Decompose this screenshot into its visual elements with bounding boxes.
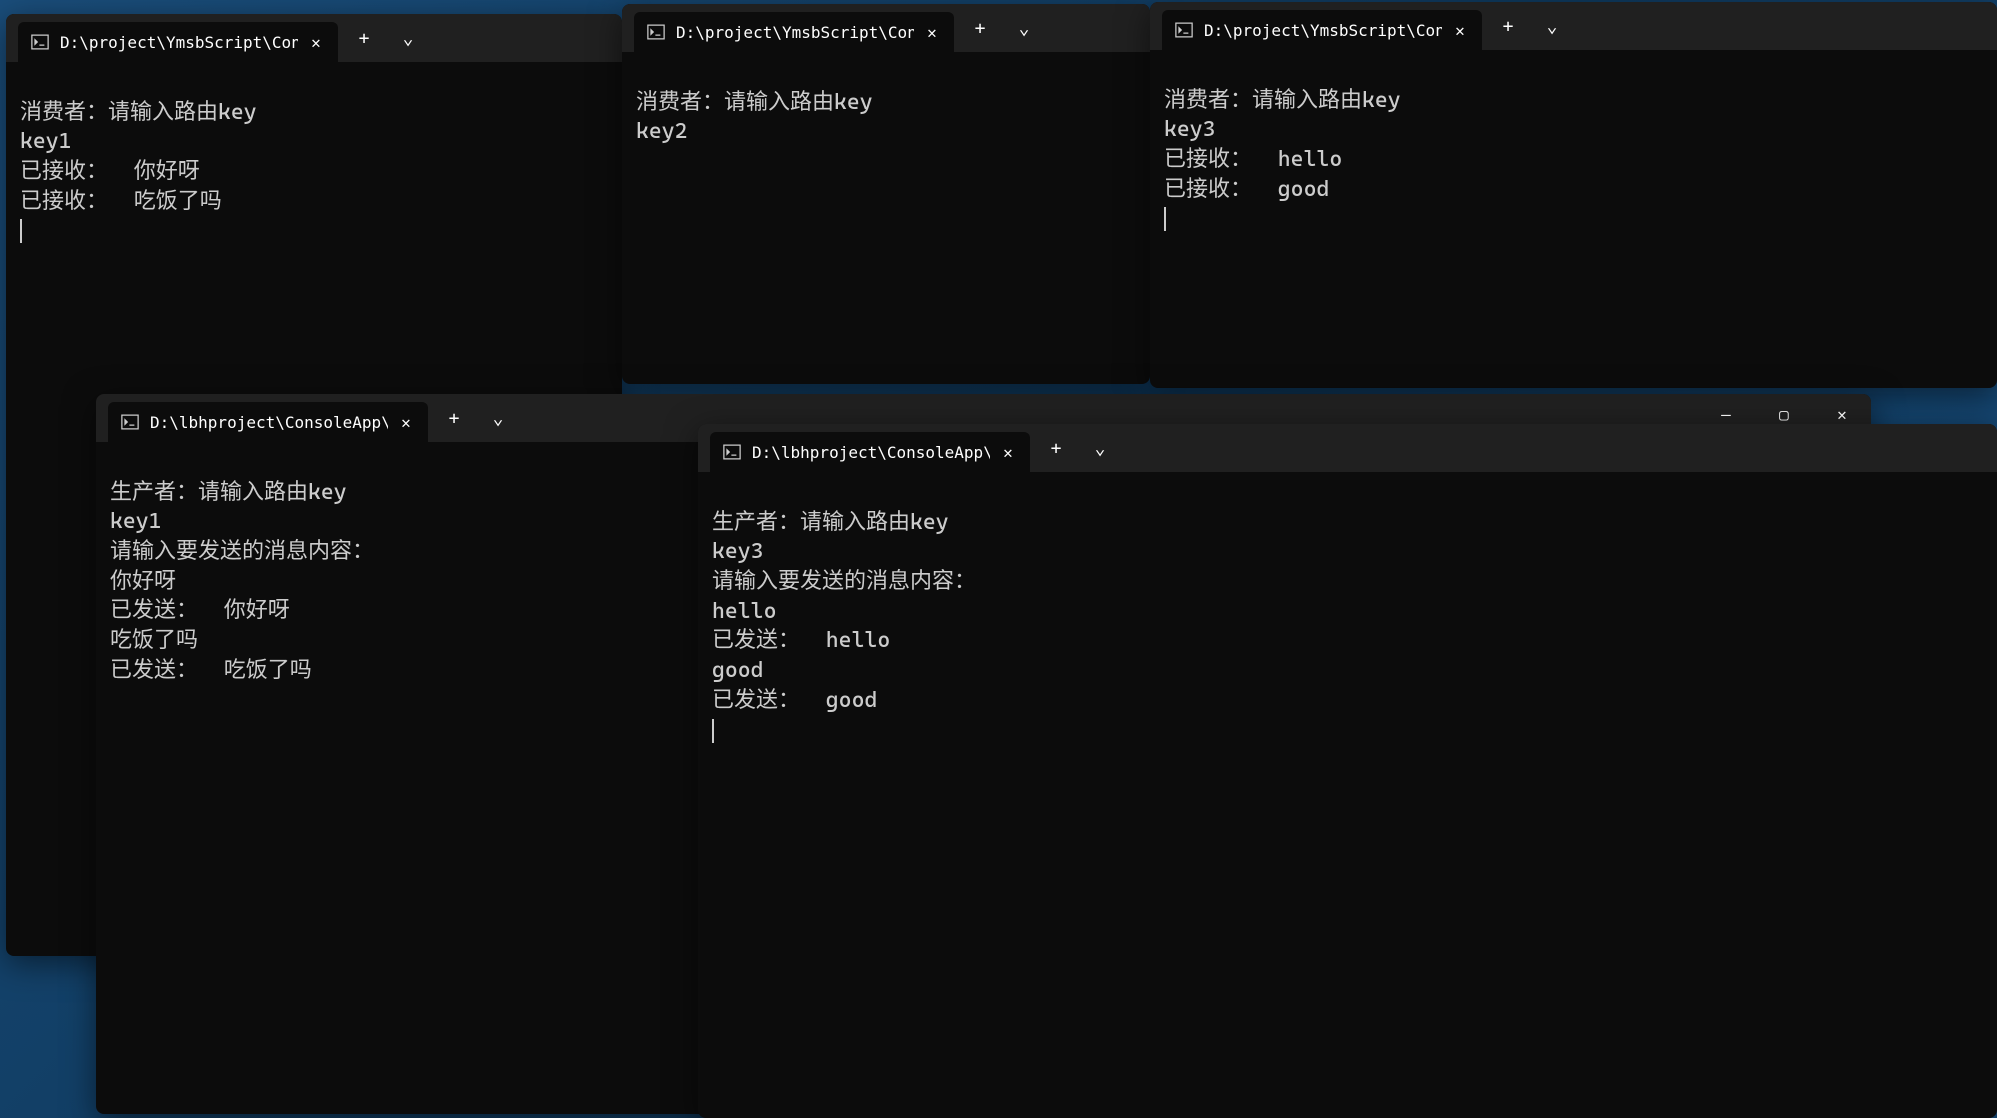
new-tab-button[interactable]: + xyxy=(958,8,1002,48)
tab-dropdown-button[interactable]: ⌄ xyxy=(1002,8,1046,48)
output-line: 请输入要发送的消息内容： xyxy=(110,539,374,564)
output-line: 已发送： 吃饭了吗 xyxy=(110,658,312,683)
tab-title: D:\lbhproject\ConsoleApp\Cc xyxy=(150,413,388,432)
tab-active[interactable]: D:\project\YmsbScript\Conso ✕ xyxy=(18,22,338,62)
output-line: 吃饭了吗 xyxy=(110,628,198,653)
new-tab-button[interactable]: + xyxy=(1034,428,1078,468)
output-line: hello xyxy=(712,599,776,624)
close-tab-icon[interactable]: ✕ xyxy=(306,32,326,52)
tab-dropdown-button[interactable]: ⌄ xyxy=(1530,6,1574,46)
output-line: key3 xyxy=(712,539,764,564)
terminal-icon xyxy=(646,22,666,42)
terminal-output[interactable]: 消费者：请输入路由key key2 xyxy=(622,52,1150,384)
output-line: 已接收： hello xyxy=(1164,147,1342,172)
output-line: 已接收： 你好呀 xyxy=(20,159,200,184)
titlebar-actions: + ⌄ xyxy=(1030,424,1126,472)
titlebar-actions: + ⌄ xyxy=(338,14,434,62)
output-line: key2 xyxy=(636,119,688,144)
terminal-icon xyxy=(120,412,140,432)
terminal-icon xyxy=(722,442,742,462)
terminal-window-consumer-key3: D:\project\YmsbScript\Conso ✕ + ⌄ 消费者：请输… xyxy=(1150,2,1997,388)
terminal-output[interactable]: 生产者：请输入路由key key3 请输入要发送的消息内容： hello 已发送… xyxy=(698,472,1997,1118)
tab-active[interactable]: D:\lbhproject\ConsoleApp\Cc ✕ xyxy=(108,402,428,442)
output-line: 已接收： good xyxy=(1164,177,1329,202)
terminal-window-consumer-key2: D:\project\YmsbScript\Conso ✕ + ⌄ 消费者：请输… xyxy=(622,4,1150,384)
output-line: 你好呀 xyxy=(110,569,176,594)
new-tab-button[interactable]: + xyxy=(432,398,476,438)
titlebar-actions: + ⌄ xyxy=(428,394,524,442)
tab-dropdown-button[interactable]: ⌄ xyxy=(386,18,430,58)
terminal-window-producer-key3: D:\lbhproject\ConsoleApp\Cc ✕ + ⌄ 生产者：请输… xyxy=(698,424,1997,1118)
output-line: 已发送： hello xyxy=(712,628,890,653)
output-line: 已接收： 吃饭了吗 xyxy=(20,189,222,214)
cursor xyxy=(1164,206,1166,231)
output-line: 消费者：请输入路由key xyxy=(20,100,257,125)
titlebar[interactable]: D:\lbhproject\ConsoleApp\Cc ✕ + ⌄ xyxy=(698,424,1997,472)
tab-dropdown-button[interactable]: ⌄ xyxy=(1078,428,1122,468)
titlebar[interactable]: D:\project\YmsbScript\Conso ✕ + ⌄ xyxy=(6,14,622,62)
cursor xyxy=(712,718,714,743)
tab-active[interactable]: D:\project\YmsbScript\Conso ✕ xyxy=(1162,10,1482,50)
titlebar[interactable]: D:\project\YmsbScript\Conso ✕ + ⌄ xyxy=(1150,2,1997,50)
terminal-icon xyxy=(1174,20,1194,40)
output-line: key3 xyxy=(1164,117,1216,142)
close-tab-icon[interactable]: ✕ xyxy=(922,22,942,42)
terminal-output[interactable]: 消费者：请输入路由key key3 已接收： hello 已接收： good xyxy=(1150,50,1997,388)
output-line: 消费者：请输入路由key xyxy=(1164,88,1401,113)
tab-title: D:\project\YmsbScript\Conso xyxy=(60,33,298,52)
tab-active[interactable]: D:\lbhproject\ConsoleApp\Cc ✕ xyxy=(710,432,1030,472)
output-line: 消费者：请输入路由key xyxy=(636,90,873,115)
output-line: 请输入要发送的消息内容： xyxy=(712,569,976,594)
titlebar[interactable]: D:\project\YmsbScript\Conso ✕ + ⌄ xyxy=(622,4,1150,52)
output-line: key1 xyxy=(20,129,72,154)
titlebar-actions: + ⌄ xyxy=(1482,2,1578,50)
output-line: 已发送： 你好呀 xyxy=(110,598,290,623)
output-line: 已发送： good xyxy=(712,688,877,713)
tab-dropdown-button[interactable]: ⌄ xyxy=(476,398,520,438)
new-tab-button[interactable]: + xyxy=(342,18,386,58)
new-tab-button[interactable]: + xyxy=(1486,6,1530,46)
output-line: 生产者：请输入路由key xyxy=(110,480,347,505)
terminal-icon xyxy=(30,32,50,52)
tab-active[interactable]: D:\project\YmsbScript\Conso ✕ xyxy=(634,12,954,52)
output-line: good xyxy=(712,658,764,683)
cursor xyxy=(20,218,22,243)
close-tab-icon[interactable]: ✕ xyxy=(396,412,416,432)
titlebar-actions: + ⌄ xyxy=(954,4,1050,52)
close-tab-icon[interactable]: ✕ xyxy=(998,442,1018,462)
tab-title: D:\project\YmsbScript\Conso xyxy=(676,23,914,42)
output-line: key1 xyxy=(110,509,162,534)
tab-title: D:\lbhproject\ConsoleApp\Cc xyxy=(752,443,990,462)
output-line: 生产者：请输入路由key xyxy=(712,510,949,535)
close-tab-icon[interactable]: ✕ xyxy=(1450,20,1470,40)
tab-title: D:\project\YmsbScript\Conso xyxy=(1204,21,1442,40)
